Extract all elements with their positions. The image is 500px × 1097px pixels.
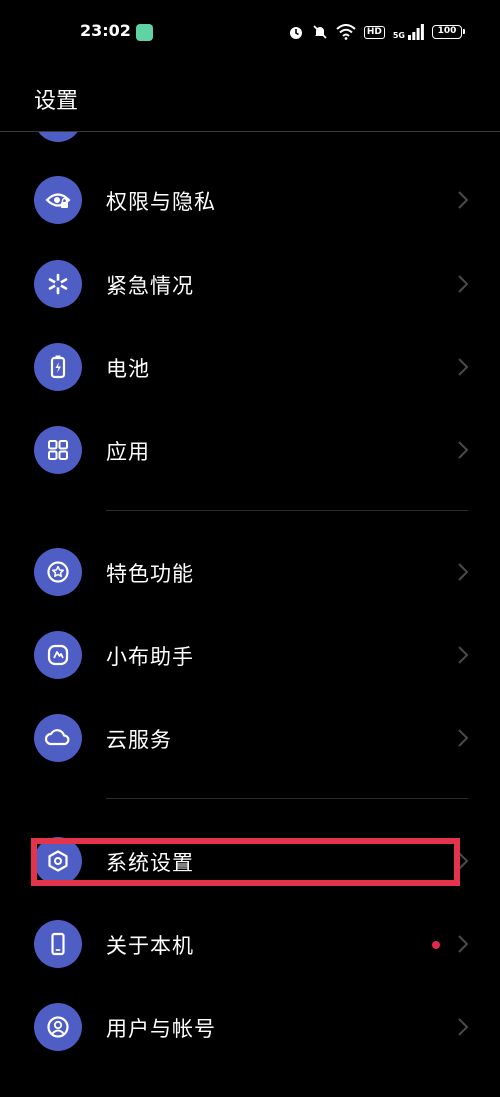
settings-item-accounts[interactable]: 用户与帐号 [0, 986, 500, 1068]
chevron-right-icon [458, 1018, 469, 1036]
settings-item-label: 小布助手 [106, 645, 194, 669]
settings-item-privacy[interactable]: 权限与隐私 [0, 159, 500, 241]
star-icon [34, 548, 82, 596]
battery-icon [34, 343, 82, 391]
settings-item-label: 云服务 [106, 728, 172, 752]
chevron-right-icon [458, 935, 469, 953]
settings-item-apps[interactable]: 应用 [0, 409, 500, 491]
settings-item-label: 系统设置 [106, 851, 194, 875]
chevron-right-icon [458, 441, 469, 459]
section-divider [106, 510, 468, 511]
chevron-right-icon [458, 358, 469, 376]
settings-item-cloud[interactable]: 云服务 [0, 697, 500, 779]
settings-item-label: 电池 [106, 357, 150, 381]
settings-item-battery[interactable]: 电池 [0, 326, 500, 408]
settings-item-label: 应用 [106, 440, 150, 464]
chevron-right-icon [458, 646, 469, 664]
user-icon [34, 1003, 82, 1051]
settings-item-system[interactable]: 系统设置 [0, 820, 500, 902]
settings-item-label: 用户与帐号 [106, 1017, 216, 1041]
settings-item-emergency[interactable]: 紧急情况 [0, 243, 500, 325]
cloud-icon [34, 714, 82, 762]
app-grid-icon [34, 426, 82, 474]
settings-item-about[interactable]: 关于本机 [0, 903, 500, 985]
chevron-right-icon [458, 729, 469, 747]
chevron-right-icon [458, 275, 469, 293]
settings-item-features[interactable]: 特色功能 [0, 531, 500, 613]
chevron-right-icon [458, 191, 469, 209]
asterisk-icon [34, 260, 82, 308]
notification-dot [432, 941, 440, 949]
section-divider [106, 798, 468, 799]
settings-item-label: 权限与隐私 [106, 190, 216, 214]
eye-lock-icon [34, 176, 82, 224]
hex-gear-icon [34, 837, 82, 885]
chevron-right-icon [458, 563, 469, 581]
settings-item-label: 关于本机 [106, 934, 194, 958]
settings-item-label: 特色功能 [106, 562, 194, 586]
phone-icon [34, 920, 82, 968]
settings-list: 权限与隐私 紧急情况 电池 应用 特色功能 小布助手 云服务 系统设置 关于本机… [0, 0, 500, 1097]
settings-item-label: 紧急情况 [106, 274, 194, 298]
chevron-right-icon [458, 852, 469, 870]
assistant-icon [34, 631, 82, 679]
settings-item-assistant[interactable]: 小布助手 [0, 614, 500, 696]
